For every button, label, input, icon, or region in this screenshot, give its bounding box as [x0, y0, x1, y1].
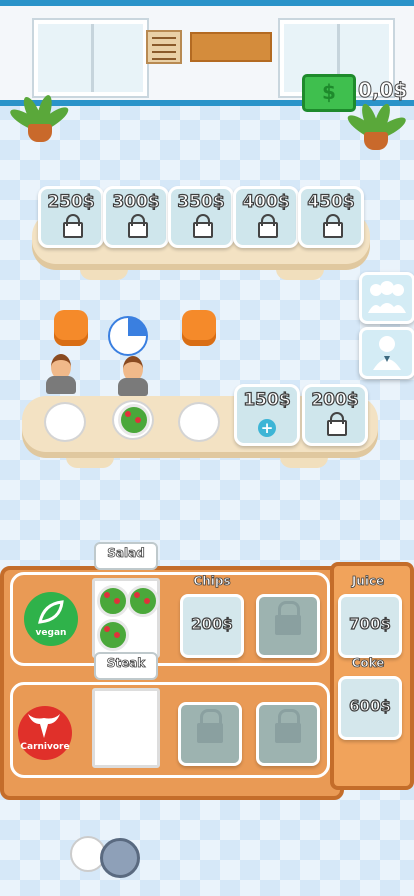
slot-price: 400$: [242, 191, 291, 212]
seat-upgrade-slot[interactable]: 400$: [233, 186, 299, 248]
manager-icon: [373, 336, 401, 370]
salad-bowl-icon: [97, 619, 129, 651]
slot-price: 350$: [177, 191, 226, 212]
steak-sign-label: Steak: [106, 656, 146, 671]
carnivore-bull-icon: Carnivore: [18, 706, 72, 760]
customer: [44, 354, 78, 394]
slot-price: 300$: [112, 191, 161, 212]
slot-price: 250$: [47, 191, 96, 212]
plant-left-icon: [7, 86, 72, 142]
seat-upgrade-slot[interactable]: 250$: [38, 186, 104, 248]
juice-label: Juice: [351, 574, 385, 589]
coke-label: Coke: [351, 656, 385, 671]
plus-icon: +: [258, 419, 276, 437]
manager-button[interactable]: [359, 327, 414, 379]
salad-sign-label: Salad: [107, 546, 145, 561]
top-edge: [0, 0, 414, 6]
plate: [44, 402, 86, 442]
salad-bowl-icon: [118, 404, 150, 436]
slot-price: 600$: [349, 696, 392, 715]
lock-icon: [275, 601, 301, 635]
steak-tray[interactable]: [92, 688, 160, 768]
locked-slot[interactable]: [178, 702, 242, 766]
plate: [178, 402, 220, 442]
chips-label: Chips: [193, 574, 231, 589]
slot-price: 150$: [243, 389, 292, 410]
vegan-label: vegan: [35, 628, 67, 638]
vegan-leaf-icon: vegan: [24, 592, 78, 646]
steak-sign: Steak: [94, 652, 158, 680]
window-left: [34, 20, 147, 96]
lock-icon: [327, 412, 347, 436]
locked-slot[interactable]: [256, 594, 320, 658]
lock-icon: [63, 214, 83, 238]
juice-upgrade-slot[interactable]: 700$: [338, 594, 402, 658]
salad-sign: Salad: [94, 542, 158, 570]
serving-tray-icon: [100, 838, 140, 878]
lock-icon: [258, 214, 278, 238]
lock-icon: [128, 214, 148, 238]
chair: [182, 310, 216, 346]
chair: [54, 310, 88, 346]
locked-slot[interactable]: [256, 702, 320, 766]
seat-upgrade-slot[interactable]: 450$: [298, 186, 364, 248]
slot-price: 450$: [307, 191, 356, 212]
coke-upgrade-slot[interactable]: 600$: [338, 676, 402, 740]
staff-group-button[interactable]: [359, 272, 414, 324]
staff-group-icon: [368, 281, 406, 313]
chips-upgrade-slot[interactable]: 200$: [180, 594, 244, 658]
slot-price: 700$: [349, 614, 392, 633]
chef-player[interactable]: [70, 830, 140, 890]
wait-timer-icon: [108, 316, 148, 356]
lock-icon: [197, 709, 223, 743]
plant-right-icon: [344, 94, 409, 150]
salad-bowl-icon: [97, 585, 129, 617]
seat-upgrade-slot[interactable]: 200$: [302, 384, 368, 446]
salad-tray[interactable]: [92, 578, 160, 658]
carnivore-label: Carnivore: [20, 742, 70, 752]
food-poster: [190, 32, 272, 62]
slot-price: 200$: [191, 614, 234, 633]
menu-board-icon: [146, 30, 182, 64]
slot-price: 200$: [311, 389, 360, 410]
seat-upgrade-slot[interactable]: 350$: [168, 186, 234, 248]
seat-upgrade-slot[interactable]: 150$ +: [234, 384, 300, 446]
salad-bowl-icon: [127, 585, 159, 617]
customer: [116, 356, 150, 396]
lock-icon: [323, 214, 343, 238]
lock-icon: [275, 709, 301, 743]
seat-upgrade-slot[interactable]: 300$: [103, 186, 169, 248]
lock-icon: [193, 214, 213, 238]
